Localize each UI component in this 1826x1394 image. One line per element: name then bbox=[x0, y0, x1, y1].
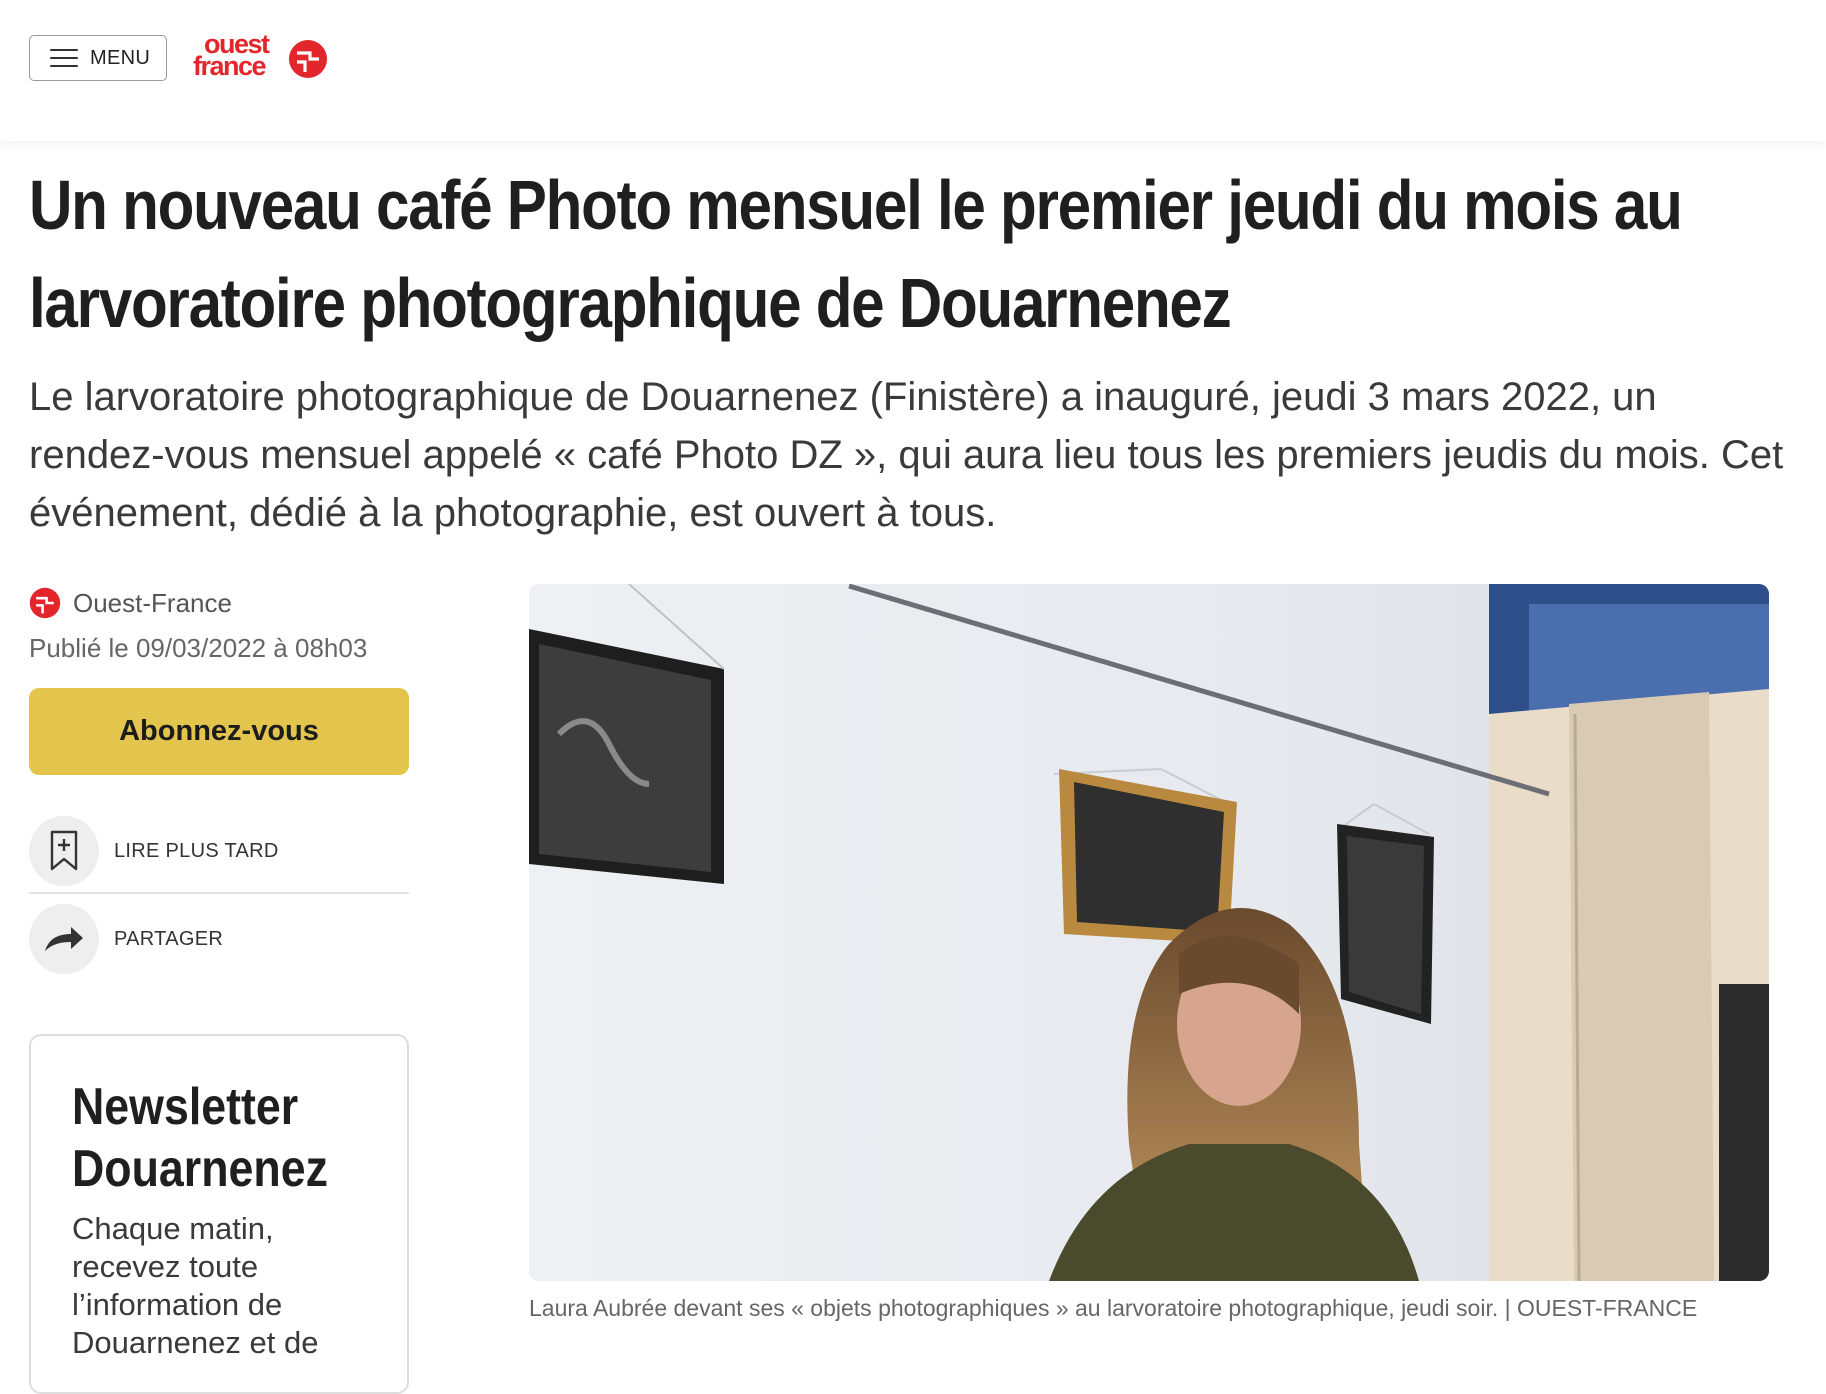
article-lead: Le larvoratoire photographique de Douarn… bbox=[29, 375, 1784, 535]
hamburger-icon bbox=[50, 49, 78, 67]
share-button[interactable]: PARTAGER bbox=[29, 903, 409, 975]
newsletter-text: Chaque matin, recevez toute l’informatio… bbox=[72, 1211, 319, 1360]
ouest-france-emblem-icon bbox=[29, 587, 61, 619]
share-label: PARTAGER bbox=[114, 927, 224, 950]
share-arrow-icon bbox=[29, 904, 99, 974]
logo-wordmark: ouest france bbox=[193, 29, 270, 81]
site-header: MENU ouest france bbox=[0, 0, 1826, 141]
article-source[interactable]: Ouest-France bbox=[29, 587, 232, 619]
newsletter-box[interactable]: Newsletter Douarnenez Chaque matin, rece… bbox=[29, 1034, 409, 1394]
photo-caption: Laura Aubrée devant ses « objets photogr… bbox=[529, 1295, 1698, 1321]
logo-emblem-icon bbox=[289, 40, 327, 78]
actions-divider bbox=[29, 892, 409, 894]
newsletter-title: Newsletter Douarnenez bbox=[72, 1078, 328, 1198]
photo-illustration bbox=[529, 584, 1769, 1281]
ouest-france-logo[interactable]: ouest france bbox=[193, 29, 333, 86]
source-name: Ouest-France bbox=[73, 587, 232, 618]
menu-label: MENU bbox=[90, 46, 151, 69]
menu-button[interactable]: MENU bbox=[29, 35, 167, 81]
read-later-button[interactable]: LIRE PLUS TARD bbox=[29, 815, 409, 887]
article-photo[interactable] bbox=[529, 584, 1769, 1281]
read-later-label: LIRE PLUS TARD bbox=[114, 839, 279, 862]
bookmark-add-icon bbox=[29, 816, 99, 886]
publish-date: Publié le 09/03/2022 à 08h03 bbox=[29, 633, 368, 663]
subscribe-button[interactable]: Abonnez-vous bbox=[29, 688, 409, 775]
article-headline: Un nouveau café Photo mensuel le premier… bbox=[29, 166, 1683, 342]
